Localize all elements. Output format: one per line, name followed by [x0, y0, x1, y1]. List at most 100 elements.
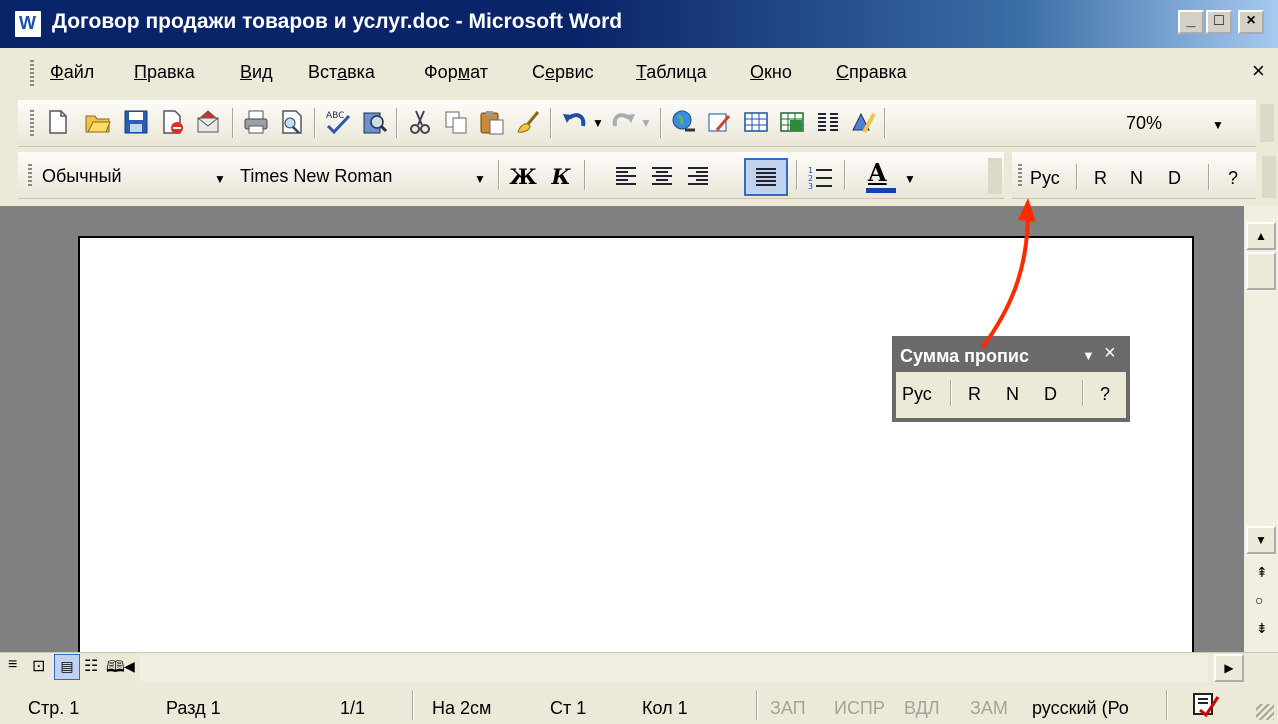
undo-dropdown-icon[interactable]: ▼ — [592, 116, 604, 130]
tables-and-borders-icon[interactable] — [706, 108, 734, 136]
permission-icon[interactable] — [158, 108, 186, 136]
paste-icon[interactable] — [478, 108, 506, 136]
floating-r-button[interactable]: R — [968, 384, 981, 405]
formatting-toolbar-grip[interactable] — [28, 164, 32, 188]
copy-icon[interactable] — [442, 108, 470, 136]
menu-window[interactable]: Окно — [750, 62, 792, 83]
menu-format[interactable]: Формат — [424, 62, 488, 83]
format-painter-icon[interactable] — [514, 108, 542, 136]
status-divider — [412, 690, 413, 720]
zoom-combo[interactable] — [890, 104, 1118, 140]
email-icon[interactable] — [194, 108, 222, 136]
italic-button[interactable]: К — [546, 162, 576, 192]
floating-n-button[interactable]: N — [1006, 384, 1019, 405]
save-icon[interactable] — [122, 108, 150, 136]
menu-view[interactable]: Вид — [240, 62, 273, 83]
undo-icon[interactable] — [560, 108, 588, 136]
scroll-down-button[interactable]: ▼ — [1246, 526, 1276, 554]
document-close-button[interactable]: × — [1252, 58, 1265, 84]
horizontal-scroll-track[interactable] — [140, 655, 1208, 681]
scroll-left-icon[interactable]: ◀ — [124, 658, 135, 675]
spelling-status-icon[interactable] — [1190, 690, 1222, 718]
web-layout-view-icon[interactable]: ⊡ — [32, 656, 45, 676]
toolbar-separator — [396, 108, 397, 138]
toolbar-separator — [844, 160, 845, 190]
scroll-thumb[interactable] — [1246, 252, 1276, 290]
menu-help[interactable]: Справка — [836, 62, 907, 83]
floating-rus-button[interactable]: Рус — [902, 384, 932, 405]
status-record[interactable]: ЗАП — [770, 698, 806, 719]
custom-toolbar-grip[interactable] — [1018, 164, 1022, 188]
d-button[interactable]: D — [1168, 168, 1181, 189]
scroll-right-button[interactable]: ▶ — [1214, 654, 1244, 682]
toolbar-separator — [660, 108, 661, 138]
normal-view-icon[interactable]: ≡ — [8, 656, 17, 674]
status-track-changes[interactable]: ИСПР — [834, 698, 885, 719]
toolbar-separator — [314, 108, 315, 138]
outline-view-icon[interactable]: ☷ — [84, 656, 98, 676]
next-page-icon[interactable]: ⇟ — [1256, 620, 1268, 637]
word-app-icon[interactable] — [14, 10, 42, 38]
hyperlink-icon[interactable] — [670, 108, 698, 136]
menu-file[interactable]: Файл — [50, 62, 94, 83]
scroll-up-button[interactable]: ▲ — [1246, 222, 1276, 250]
bold-button[interactable]: Ж — [508, 162, 538, 192]
browse-object-icon[interactable]: ○ — [1255, 592, 1263, 608]
redo-icon[interactable] — [610, 108, 638, 136]
new-document-icon[interactable] — [44, 108, 72, 136]
spelling-icon[interactable]: ABC — [324, 108, 352, 136]
drawing-icon[interactable] — [850, 108, 878, 136]
zoom-dropdown-icon[interactable]: ▼ — [1212, 118, 1224, 132]
style-dropdown-icon[interactable]: ▼ — [214, 172, 226, 186]
toolbar-options-icon[interactable] — [1260, 104, 1274, 142]
font-color-swatch — [866, 188, 896, 193]
reading-layout-view-icon[interactable]: 🕮 — [106, 656, 125, 683]
insert-excel-icon[interactable] — [778, 108, 806, 136]
floating-close-icon[interactable]: × — [1104, 342, 1116, 365]
align-left-icon[interactable] — [612, 162, 640, 190]
research-icon[interactable] — [360, 108, 388, 136]
maximize-button[interactable]: □ — [1206, 10, 1232, 34]
menu-tools[interactable]: Сервис — [532, 62, 594, 83]
menu-insert[interactable]: Вставка — [308, 62, 375, 83]
status-extend[interactable]: ВДЛ — [904, 698, 940, 719]
toolbar-separator — [584, 160, 585, 190]
standard-toolbar-grip[interactable] — [30, 110, 34, 136]
redo-dropdown-icon[interactable]: ▼ — [640, 116, 652, 130]
font-dropdown-icon[interactable]: ▼ — [474, 172, 486, 186]
floating-d-button[interactable]: D — [1044, 384, 1057, 405]
status-language[interactable]: русский (Ро — [1032, 698, 1129, 719]
numbering-icon[interactable]: 123 — [806, 162, 834, 190]
floating-help-button[interactable]: ? — [1100, 384, 1110, 405]
toolbar-menu-icon[interactable]: ▼ — [1082, 348, 1095, 363]
resize-grip[interactable] — [1256, 704, 1274, 720]
columns-icon[interactable] — [814, 108, 842, 136]
window-title: Договор продажи товаров и услуг.doc - Mi… — [52, 10, 623, 33]
toolbar-options-icon[interactable] — [1262, 156, 1276, 198]
r-button[interactable]: R — [1094, 168, 1107, 189]
previous-page-icon[interactable]: ⇞ — [1256, 564, 1268, 581]
print-preview-icon[interactable] — [278, 108, 306, 136]
insert-table-icon[interactable] — [742, 108, 770, 136]
align-right-icon[interactable] — [684, 162, 712, 190]
font-color-button[interactable]: A — [868, 158, 887, 187]
print-icon[interactable] — [242, 108, 270, 136]
style-value: Обычный — [42, 166, 122, 186]
print-layout-view-icon[interactable]: ▤ — [54, 654, 80, 680]
help-button[interactable]: ? — [1228, 168, 1238, 189]
rus-button[interactable]: Рус — [1030, 168, 1060, 189]
open-folder-icon[interactable] — [84, 108, 112, 136]
menu-grip[interactable] — [30, 60, 34, 86]
status-overtype[interactable]: ЗАМ — [970, 698, 1008, 719]
font-color-dropdown-icon[interactable]: ▼ — [904, 172, 916, 186]
align-center-icon[interactable] — [648, 162, 676, 190]
minimize-button[interactable]: _ — [1178, 10, 1204, 34]
status-section: Разд 1 — [166, 698, 221, 718]
cut-icon[interactable] — [406, 108, 434, 136]
toolbar-separator — [232, 108, 233, 138]
menu-edit[interactable]: Правка — [134, 62, 195, 83]
toolbar-options-icon[interactable] — [988, 158, 1002, 194]
n-button[interactable]: N — [1130, 168, 1143, 189]
close-button[interactable]: × — [1238, 10, 1264, 34]
menu-table[interactable]: Таблица — [636, 62, 707, 83]
